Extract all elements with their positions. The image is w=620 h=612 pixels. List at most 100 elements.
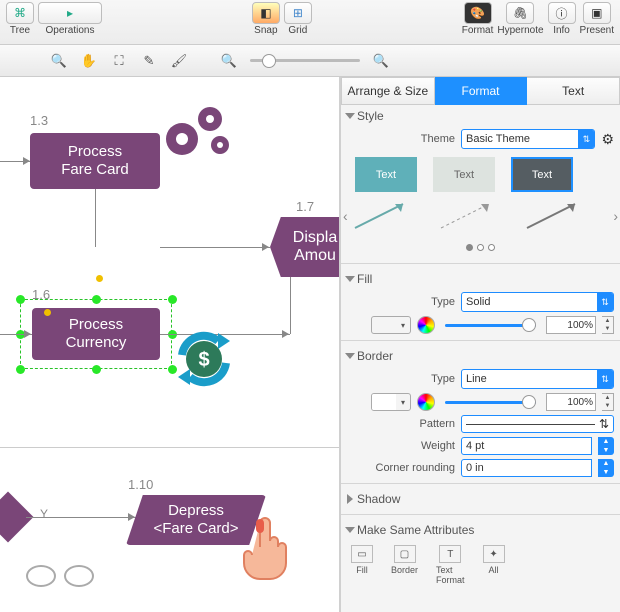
section-fill[interactable]: Fill	[341, 268, 620, 290]
operations-label: Operations	[46, 25, 95, 36]
pointer-hand-icon	[240, 517, 294, 583]
stamp-icon[interactable]: ⛶	[107, 51, 131, 71]
border-opacity-value[interactable]: 100%	[546, 393, 596, 411]
make-same-border[interactable]: ▢Border	[391, 545, 418, 585]
arrow-style-1[interactable]	[351, 198, 411, 232]
zoom-out-icon[interactable]: 🔍	[217, 51, 241, 71]
section-style[interactable]: Style	[341, 105, 620, 127]
format-button[interactable]: 🎨 Format	[462, 2, 494, 36]
next-page-icon[interactable]: ›	[613, 208, 618, 224]
border-color-well[interactable]: ▾	[371, 393, 411, 411]
section-shadow[interactable]: Shadow	[341, 488, 620, 510]
border-type-label: Type	[347, 373, 455, 385]
zoom-in-icon[interactable]: 🔍	[369, 51, 393, 71]
weight-field[interactable]: 4 pt	[461, 437, 592, 455]
make-same-fill[interactable]: ▭Fill	[351, 545, 373, 585]
diagram-canvas[interactable]: 1.3 Process Fare Card 1.7 Displa Amou 1.…	[0, 77, 340, 612]
corner-stepper[interactable]: ▲▼	[598, 459, 614, 477]
snap-label: Snap	[254, 25, 277, 36]
pager-dot[interactable]	[477, 244, 484, 251]
style-preset-2[interactable]: Text	[433, 157, 495, 192]
hypernote-button[interactable]: 🖇 Hypernote	[497, 2, 543, 36]
main-toolbar: ⌘ Tree ▸ Operations ◧ Snap ⊞ Grid 🎨 Form…	[0, 0, 620, 45]
node-process-currency[interactable]: Process Currency	[32, 308, 160, 360]
fill-color-well[interactable]: ▾	[371, 316, 411, 334]
chevron-down-icon	[345, 353, 355, 359]
arrow-style-2[interactable]	[437, 198, 497, 232]
grid-label: Grid	[288, 25, 307, 36]
chevron-updown-icon: ⇅	[578, 130, 594, 148]
tab-text[interactable]: Text	[527, 77, 620, 105]
weight-label: Weight	[347, 440, 455, 452]
arrow-style-3[interactable]	[523, 198, 583, 232]
node-process-fare-card[interactable]: Process Fare Card	[30, 133, 160, 189]
fill-opacity-slider[interactable]	[445, 324, 536, 327]
gear-icon[interactable]: ⚙	[601, 131, 614, 148]
format-label: Format	[462, 25, 494, 36]
tab-format[interactable]: Format	[435, 77, 528, 105]
border-type-dropdown[interactable]: Line ⇅	[461, 369, 614, 389]
operations-button[interactable]: ▸ Operations	[38, 2, 102, 36]
corner-label: Corner rounding	[347, 462, 455, 474]
section-make-same[interactable]: Make Same Attributes	[341, 519, 620, 541]
fill-opacity-value[interactable]: 100%	[546, 316, 596, 334]
present-button[interactable]: ▣ Present	[580, 2, 614, 36]
hand-icon[interactable]: ✋	[77, 51, 101, 71]
tree-label: Tree	[10, 25, 30, 36]
style-preset-1[interactable]: Text	[355, 157, 417, 192]
inspector-panel: Arrange & Size Format Text Style Theme B…	[340, 77, 620, 612]
style-preset-3[interactable]: Text	[511, 157, 573, 192]
prev-page-icon[interactable]: ‹	[343, 208, 348, 224]
chevron-updown-icon: ⇅	[597, 293, 613, 311]
make-same-all[interactable]: ✦All	[483, 545, 505, 585]
chevron-down-icon	[345, 276, 355, 282]
grid-button[interactable]: ⊞ Grid	[284, 2, 312, 36]
node-number-1-7: 1.7	[296, 199, 314, 214]
color-picker-icon[interactable]	[417, 393, 435, 411]
tab-arrange-size[interactable]: Arrange & Size	[341, 77, 435, 105]
eyedropper-icon[interactable]: ✎	[137, 51, 161, 71]
chevron-down-icon: ▾	[396, 398, 410, 407]
style-pager	[341, 240, 620, 259]
magnify-icon[interactable]: 🔍	[47, 51, 71, 71]
fill-type-label: Type	[347, 296, 455, 308]
style-swatches: Text Text Text	[341, 151, 620, 198]
fill-opacity-stepper[interactable]: ▲▼	[602, 316, 614, 334]
info-button[interactable]: ⓘ Info	[548, 2, 576, 36]
pager-dot[interactable]	[488, 244, 495, 251]
chevron-updown-icon: ⇅	[597, 370, 613, 388]
chevron-down-icon: ▾	[396, 321, 410, 330]
weight-stepper[interactable]: ▲▼	[598, 437, 614, 455]
brush-icon[interactable]: 🖌	[167, 51, 191, 71]
theme-label: Theme	[347, 133, 455, 145]
hypernote-label: Hypernote	[497, 25, 543, 36]
node-number-1-10: 1.10	[128, 477, 153, 492]
gears-icon	[160, 99, 238, 169]
editing-toolbar: 🔍 ✋ ⛶ ✎ 🖌 🔍 🔍	[0, 45, 620, 77]
color-picker-icon[interactable]	[417, 316, 435, 334]
chevron-down-icon	[345, 527, 355, 533]
node-number-1-3: 1.3	[30, 113, 48, 128]
border-opacity-stepper[interactable]: ▲▼	[602, 393, 614, 411]
snap-button[interactable]: ◧ Snap	[252, 2, 280, 36]
present-label: Present	[580, 25, 614, 36]
pager-dot[interactable]	[466, 244, 473, 251]
y-label: Y	[40, 507, 48, 521]
section-border[interactable]: Border	[341, 345, 620, 367]
chevron-right-icon	[347, 494, 353, 504]
svg-text:$: $	[198, 349, 209, 371]
corner-field[interactable]: 0 in	[461, 459, 592, 477]
currency-cycle-icon: $	[172, 327, 236, 391]
make-same-text[interactable]: TText Format	[436, 545, 465, 585]
pattern-dropdown[interactable]: ⇅	[461, 415, 614, 433]
border-opacity-slider[interactable]	[445, 401, 536, 404]
info-label: Info	[553, 25, 570, 36]
zoom-slider[interactable]	[250, 59, 360, 62]
theme-dropdown[interactable]: Basic Theme ⇅	[461, 129, 595, 149]
inspector-tabs: Arrange & Size Format Text	[341, 77, 620, 105]
pattern-label: Pattern	[347, 418, 455, 430]
chevron-down-icon	[345, 113, 355, 119]
fill-type-dropdown[interactable]: Solid ⇅	[461, 292, 614, 312]
node-display-amount[interactable]: Displa Amou	[270, 217, 340, 277]
tree-button[interactable]: ⌘ Tree	[6, 2, 34, 36]
